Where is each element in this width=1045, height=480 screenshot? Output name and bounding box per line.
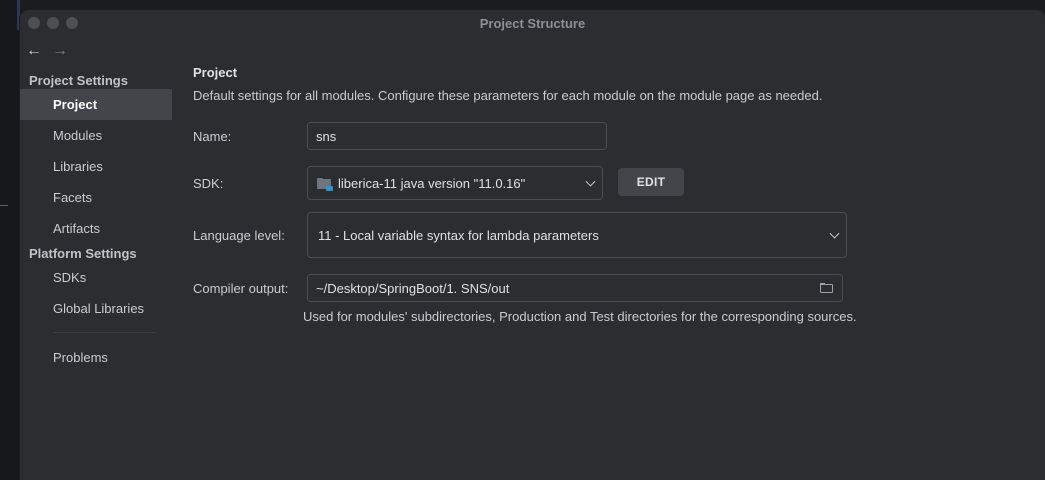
- forward-arrow-icon[interactable]: →: [52, 42, 68, 60]
- compiler-output-label: Compiler output:: [193, 281, 289, 296]
- sidebar-item-problems[interactable]: Problems: [20, 342, 172, 373]
- title-bar: Project Structure: [20, 10, 1045, 36]
- edit-sdk-button[interactable]: EDIT: [618, 168, 684, 196]
- language-level-value: 11 - Local variable syntax for lambda pa…: [318, 227, 599, 243]
- page-description: Default settings for all modules. Config…: [193, 88, 823, 103]
- project-structure-dialog: Project Structure ← → Project Settings P…: [20, 10, 1045, 480]
- sidebar-divider: [53, 332, 156, 333]
- background-divider: [0, 205, 8, 206]
- background-window-edge: [0, 0, 20, 480]
- project-settings-header: Project Settings: [29, 73, 128, 88]
- page-title: Project: [193, 65, 238, 80]
- name-field[interactable]: sns: [307, 122, 607, 150]
- sidebar-item-libraries[interactable]: Libraries: [20, 151, 172, 182]
- sidebar-item-project[interactable]: Project: [20, 89, 172, 120]
- language-level-dropdown[interactable]: 11 - Local variable syntax for lambda pa…: [307, 212, 847, 258]
- sdk-value: liberica-11 java version "11.0.16": [338, 175, 526, 191]
- sidebar-item-facets[interactable]: Facets: [20, 182, 172, 213]
- compiler-output-field[interactable]: ~/Desktop/SpringBoot/1. SNS/out: [307, 274, 843, 302]
- sidebar-item-sdks[interactable]: SDKs: [20, 262, 172, 293]
- sidebar-item-artifacts[interactable]: Artifacts: [20, 213, 172, 244]
- compiler-output-value: ~/Desktop/SpringBoot/1. SNS/out: [316, 280, 510, 296]
- sdk-dropdown[interactable]: liberica-11 java version "11.0.16": [307, 166, 603, 200]
- sidebar-item-modules[interactable]: Modules: [20, 120, 172, 151]
- platform-settings-header: Platform Settings: [29, 246, 137, 261]
- sidebar-item-global-libraries[interactable]: Global Libraries: [20, 293, 172, 324]
- name-label: Name:: [193, 129, 232, 144]
- sdk-label: SDK:: [193, 176, 224, 191]
- browse-folder-icon[interactable]: [820, 283, 834, 294]
- window-title: Project Structure: [479, 16, 586, 31]
- compiler-output-hint: Used for modules' subdirectories, Produc…: [303, 309, 857, 324]
- chevron-down-icon: [585, 176, 596, 187]
- folder-sdk-icon: [317, 177, 333, 191]
- chevron-down-icon: [829, 228, 840, 239]
- name-value: sns: [316, 128, 337, 144]
- back-arrow-icon[interactable]: ←: [26, 42, 42, 60]
- language-level-label: Language level:: [193, 228, 285, 243]
